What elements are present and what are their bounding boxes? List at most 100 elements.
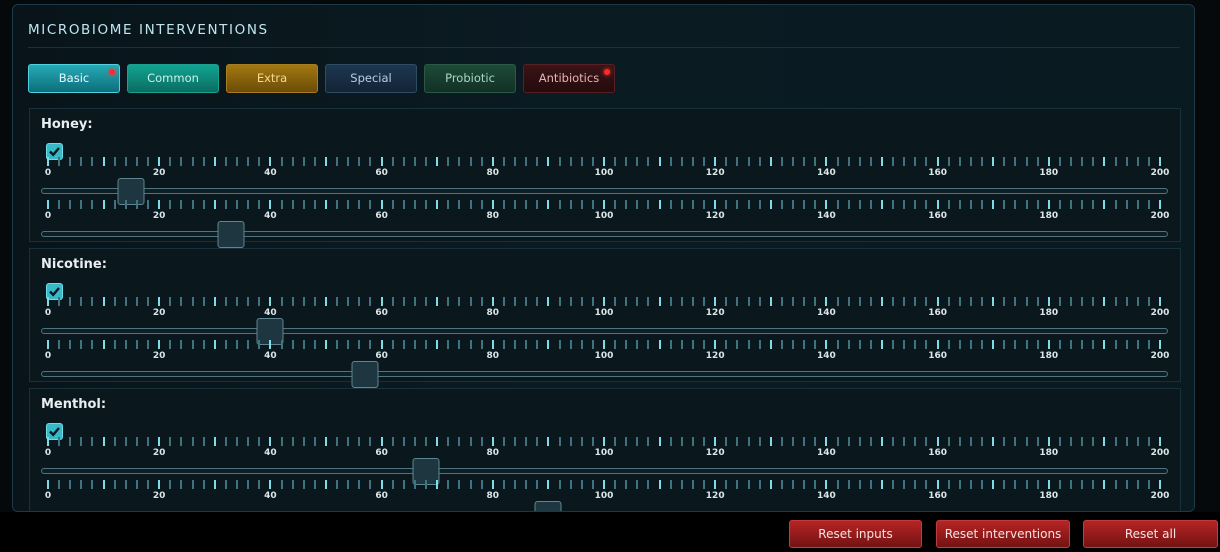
scale-tick-label: 120 — [705, 211, 725, 221]
slider-row: 0 20 40 60 80 100 120 140 160 180 200 — [30, 437, 1182, 485]
scale-tick-label: 20 — [152, 491, 166, 501]
scale-tick-label: 0 — [44, 211, 52, 221]
scale-tick-label: 60 — [375, 211, 388, 221]
scale-tick-label: 100 — [594, 351, 614, 361]
scale-tick-label: 40 — [264, 211, 277, 221]
scale-tick-label: 100 — [594, 448, 614, 458]
scale-tick-label: 20 — [152, 211, 166, 221]
scale-tick-label: 20 — [152, 308, 166, 318]
scale-tick-label: 120 — [705, 448, 725, 458]
panel-title: MICROBIOME INTERVENTIONS — [28, 22, 269, 38]
scale-tick-label: 140 — [816, 211, 836, 221]
slider-thumb[interactable] — [217, 221, 245, 248]
scale-tick-label: 200 — [1150, 168, 1170, 178]
scale-tick-label: 160 — [928, 211, 947, 221]
scale-tick-label: 0 — [44, 168, 52, 178]
tab-antibiotics[interactable]: Antibiotics — [523, 64, 615, 93]
scale-tick-label: 60 — [375, 448, 388, 458]
scale-tick-label: 80 — [486, 448, 500, 458]
scale-tick-label: 0 — [44, 351, 52, 361]
tab-extra[interactable]: Extra — [226, 64, 318, 93]
tab-special[interactable]: Special — [325, 64, 417, 93]
tab-label: Common — [147, 71, 199, 85]
slider-row: 0 20 40 60 80 100 120 140 160 180 200 — [30, 157, 1182, 205]
slider-scale: 0 20 40 60 80 100 120 140 160 180 200 — [45, 480, 1169, 501]
tab-common[interactable]: Common — [127, 64, 219, 93]
scale-tick-label: 140 — [816, 491, 836, 501]
scale-tick-label: 180 — [1039, 211, 1059, 221]
intervention-menthol: Menthol: 0 20 40 60 80 100 120 140 160 180 200 0 20… — [29, 388, 1182, 511]
scale-tick-label: 160 — [928, 351, 947, 361]
title-divider — [28, 47, 1180, 48]
scale-tick-label: 180 — [1039, 448, 1059, 458]
tab-label: Antibiotics — [538, 71, 600, 85]
scale-tick-label: 80 — [486, 351, 500, 361]
slider-row: 0 20 40 60 80 100 120 140 160 180 200 — [30, 297, 1182, 345]
scale-tick-label: 180 — [1039, 491, 1059, 501]
scale-tick-label: 60 — [375, 351, 388, 361]
scale-tick-label: 60 — [375, 308, 388, 318]
slider-thumb[interactable] — [534, 501, 562, 511]
reset-interventions-button[interactable]: Reset interventions — [936, 520, 1070, 548]
scale-tick-label: 40 — [264, 308, 277, 318]
scale-tick-label: 140 — [816, 308, 836, 318]
scale-tick-label: 180 — [1039, 351, 1059, 361]
scale-tick-label: 200 — [1150, 351, 1170, 361]
tab-basic[interactable]: Basic — [28, 64, 120, 93]
scale-tick-label: 0 — [44, 308, 52, 318]
scale-tick-label: 160 — [928, 168, 947, 178]
reset-all-button[interactable]: Reset all — [1083, 520, 1218, 548]
reset-inputs-button[interactable]: Reset inputs — [789, 520, 922, 548]
scale-tick-label: 80 — [486, 308, 500, 318]
scale-tick-label: 60 — [375, 491, 388, 501]
scale-tick-label: 40 — [264, 448, 277, 458]
tab-label: Basic — [58, 71, 90, 85]
scale-tick-label: 20 — [152, 168, 166, 178]
scale-tick-label: 160 — [928, 448, 947, 458]
slider-track[interactable] — [41, 371, 1168, 377]
alert-dot-icon — [109, 69, 115, 75]
scale-tick-label: 120 — [705, 308, 725, 318]
scale-tick-label: 140 — [816, 351, 836, 361]
scale-tick-label: 60 — [375, 168, 388, 178]
scale-tick-label: 40 — [264, 351, 277, 361]
slider-scale: 0 20 40 60 80 100 120 140 160 180 200 — [45, 297, 1169, 318]
scale-tick-label: 100 — [594, 491, 614, 501]
slider-scale: 0 20 40 60 80 100 120 140 160 180 200 — [45, 340, 1169, 361]
intervention-label: Menthol: — [41, 397, 107, 412]
scale-tick-label: 100 — [594, 168, 614, 178]
intervention-nicotine: Nicotine: 0 20 40 60 80 100 120 140 160 180 200 0 2… — [29, 248, 1182, 388]
scale-tick-label: 200 — [1150, 448, 1170, 458]
tab-probiotic[interactable]: Probiotic — [424, 64, 516, 93]
tab-label: Extra — [256, 71, 288, 85]
scale-tick-label: 160 — [928, 491, 947, 501]
scale-tick-label: 100 — [594, 308, 614, 318]
slider-track[interactable] — [41, 328, 1168, 334]
scale-tick-label: 120 — [705, 168, 725, 178]
slider-scale: 0 20 40 60 80 100 120 140 160 180 200 — [45, 157, 1169, 178]
slider-track[interactable] — [41, 188, 1168, 194]
intervention-label: Honey: — [41, 117, 93, 132]
scale-tick-label: 20 — [152, 448, 166, 458]
scale-tick-label: 200 — [1150, 211, 1170, 221]
scale-tick-label: 80 — [486, 491, 500, 501]
alert-dot-icon — [604, 69, 610, 75]
intervention-label: Nicotine: — [41, 257, 107, 272]
slider-scale: 0 20 40 60 80 100 120 140 160 180 200 — [45, 200, 1169, 221]
scale-tick-label: 80 — [486, 211, 500, 221]
scale-tick-label: 80 — [486, 168, 500, 178]
slider-scale: 0 20 40 60 80 100 120 140 160 180 200 — [45, 437, 1169, 458]
scale-tick-label: 140 — [816, 448, 836, 458]
scale-tick-label: 0 — [44, 448, 52, 458]
scale-tick-label: 200 — [1150, 308, 1170, 318]
slider-thumb[interactable] — [351, 361, 379, 388]
scale-tick-label: 0 — [44, 491, 52, 501]
intervention-honey: Honey: 0 20 40 60 80 100 120 140 160 180 200 0 20 40… — [29, 108, 1182, 248]
tab-label: Special — [350, 71, 392, 85]
scale-tick-label: 40 — [264, 168, 277, 178]
slider-track[interactable] — [41, 468, 1168, 474]
scale-tick-label: 180 — [1039, 168, 1059, 178]
slider-track[interactable] — [41, 231, 1168, 237]
scale-tick-label: 100 — [594, 211, 614, 221]
scale-tick-label: 40 — [264, 491, 277, 501]
